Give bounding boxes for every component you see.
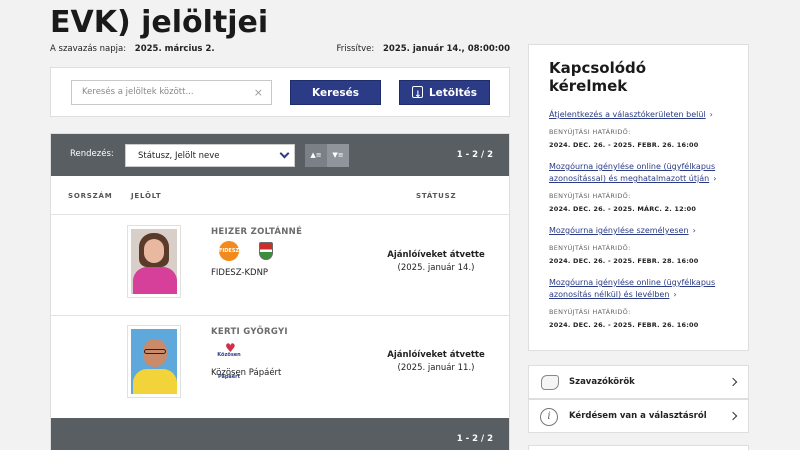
search-placeholder: Keresés a jelöltek között... [82,87,194,97]
sort-bar: Rendezés: Státusz, Jelölt neve ▲≡ ▼≡ 1 -… [51,134,509,176]
download-icon [411,83,423,108]
related-link-1[interactable]: Átjelentkezés a választókerületen belül › [549,109,728,121]
page-title-line1: ... [50,0,268,4]
chevron-right-icon: › [713,174,717,183]
pager: 1 - 2 / 2 [456,150,493,160]
related-link-2[interactable]: Mozgóurna igénylése online (ügyfélkapus … [549,161,728,185]
candidate-name[interactable]: HEIZER ZOLTÁNNÉ [211,227,302,237]
related-link-4[interactable]: Mozgóurna igénylése online (ügyfélkapus … [549,277,728,301]
updated-label: Frissítve: [336,44,375,54]
question-label: Kérdésem van a választásról [569,411,707,421]
districts-link[interactable]: Szavazókörök [528,365,749,399]
candidate-status: Ajánlóíveket átvette (2025. január 14.) [381,250,491,273]
chevron-right-icon [728,411,738,421]
vote-date-label: A szavazás napja: [50,44,127,54]
party-logo-kozosen: ♥ Közösen Pápáért [211,341,247,380]
page-title-line2: EVK) jelöltjei [50,5,269,40]
status-date: (2025. január 14.) [397,263,475,273]
candidate-party: FIDESZ-KDNP [211,268,269,278]
vote-date: A szavazás napja: 2025. március 2. [50,44,215,54]
candidate-party: Közösen Pápáért [211,368,282,378]
sort-select-value: Státusz, Jelölt neve [138,151,220,161]
info-icon: i [540,408,558,426]
candidates-table: Rendezés: Státusz, Jelölt neve ▲≡ ▼≡ 1 -… [50,133,510,450]
deadline-value: 2024. DEC. 26. - 2025. MÁRC. 2. 12:00 [549,205,697,213]
candidate-status: Ajánlóíveket átvette (2025. január 11.) [381,350,491,373]
search-button[interactable]: Keresés [290,80,381,105]
divider [51,315,509,316]
search-panel: Keresés a jelöltek között... × Keresés L… [50,67,510,117]
column-header-number: SORSZÁM [68,192,113,200]
related-requests-panel: Kapcsolódó kérelmek Átjelentkezés a vála… [528,44,749,351]
download-button[interactable]: Letöltés [399,80,490,108]
status-text: Ajánlóíveket átvette [387,350,485,360]
vote-date-value: 2025. március 2. [134,44,215,54]
chevron-right-icon: › [692,226,696,235]
search-input[interactable]: Keresés a jelöltek között... × [71,80,272,105]
related-link-3[interactable]: Mozgóurna igénylése személyesen › [549,225,728,237]
page-title: ... EVK) jelöltjei [50,0,268,42]
related-requests-title: Kapcsolódó kérelmek [549,59,647,95]
deadline-label: BENYÚJTÁSI HATÁRIDŐ: [549,244,631,252]
updated-value: 2025. január 14., 08:00:00 [382,44,510,54]
download-label: Letöltés [428,87,478,99]
sort-select[interactable]: Státusz, Jelölt neve [125,144,295,167]
chevron-right-icon: › [673,290,677,299]
status-date: (2025. január 11.) [397,363,475,373]
table-footer-bar: 1 - 2 / 2 [51,418,509,450]
chevron-right-icon: › [709,110,713,119]
candidate-name[interactable]: KERTI GYÖRGYI [211,327,288,337]
meta-row: A szavazás napja: 2025. március 2. Friss… [50,44,510,54]
divider [51,214,509,215]
party-logo-fidesz: FIDESZ [219,241,239,261]
party-logo-kdnp [259,242,273,260]
chevron-down-icon [279,148,290,159]
heart-icon: ♥ [225,341,236,355]
deadline-label: BENYÚJTÁSI HATÁRIDŐ: [549,308,631,316]
deadline-label: BENYÚJTÁSI HATÁRIDŐ: [549,128,631,136]
deadline-value: 2024. DEC. 26. - 2025. FEBR. 26. 16:00 [549,321,699,329]
footer-pager: 1 - 2 / 2 [456,434,493,444]
deadline-label: BENYÚJTÁSI HATÁRIDŐ: [549,192,631,200]
question-link[interactable]: i Kérdésem van a választásról [528,399,749,433]
districts-label: Szavazókörök [569,377,635,387]
deadline-value: 2024. DEC. 26. - 2025. FEBR. 28. 16:00 [549,257,699,265]
deadline-value: 2024. DEC. 26. - 2025. FEBR. 26. 16:00 [549,141,699,149]
sort-label: Rendezés: [70,149,114,159]
sort-desc-button[interactable]: ▼≡ [327,144,349,167]
column-header-status: STÁTUSZ [416,192,457,200]
sort-asc-button[interactable]: ▲≡ [305,144,327,167]
status-text: Ajánlóíveket átvette [387,250,485,260]
chevron-right-icon [728,377,738,387]
close-icon[interactable]: × [254,81,263,104]
updated: Frissítve: 2025. január 14., 08:00:00 [336,44,510,54]
map-icon [541,375,559,390]
column-header-candidate: JELÖLT [131,192,162,200]
candidate-photo [127,225,181,298]
side-card-partial [528,445,749,450]
candidate-photo [127,325,181,398]
